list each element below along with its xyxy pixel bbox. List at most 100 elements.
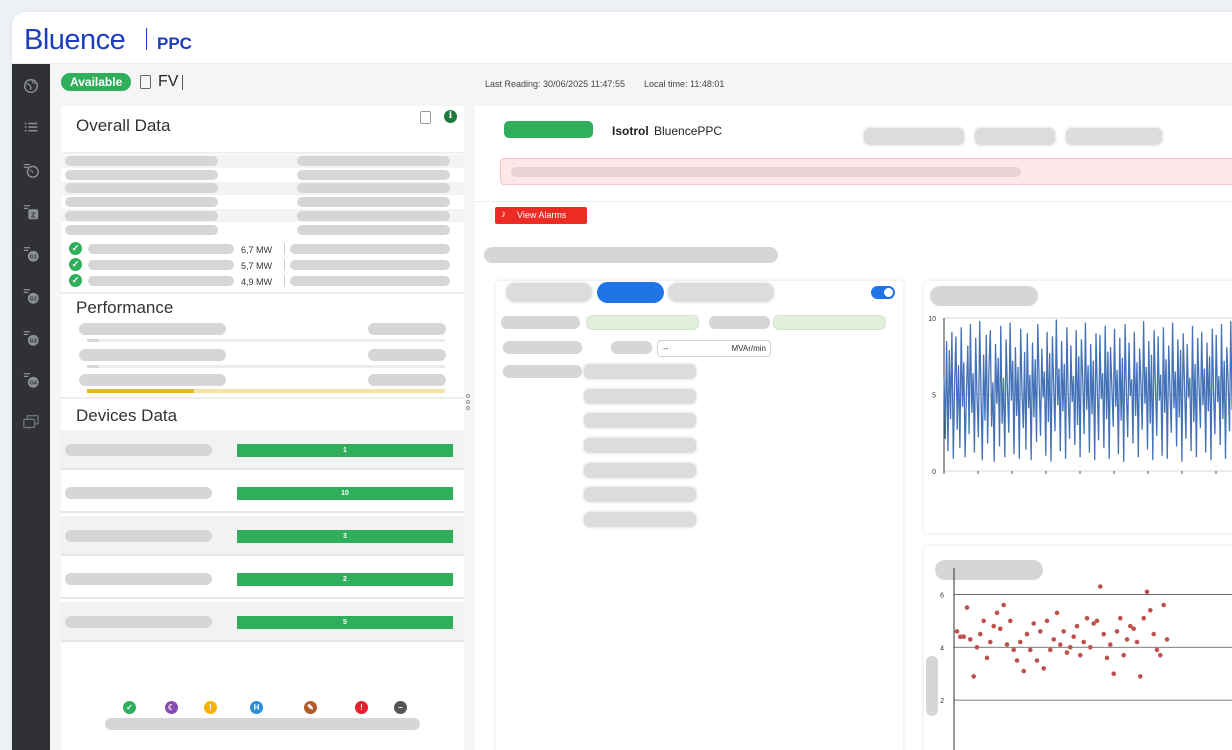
top-bar: Bluence PPC	[12, 12, 1232, 64]
data-point	[984, 655, 990, 661]
monitors-icon[interactable]	[21, 412, 41, 432]
data-point	[994, 610, 1000, 616]
data-point	[1078, 652, 1083, 658]
placeholder-button[interactable]	[974, 127, 1056, 146]
progress-fill	[87, 339, 99, 342]
placeholder-label	[503, 365, 582, 378]
performance-title: Performance	[76, 298, 174, 317]
panel-resize-handle[interactable]	[466, 394, 470, 412]
placeholder-label	[65, 197, 218, 207]
placeholder-button[interactable]	[583, 462, 697, 479]
check-icon: ✓	[123, 701, 136, 714]
placeholder-label	[65, 156, 218, 166]
user-card-icon[interactable]	[420, 111, 431, 124]
data-point	[1048, 647, 1053, 653]
placeholder-value	[297, 156, 450, 166]
placeholder-button[interactable]	[863, 127, 965, 146]
setpoint-field[interactable]	[773, 315, 886, 330]
placeholder-label	[501, 316, 580, 329]
placeholder-label	[79, 349, 226, 361]
info-icon[interactable]: i	[444, 110, 457, 123]
check-icon: ✓	[69, 242, 82, 255]
data-point	[964, 605, 970, 610]
moon-icon: ☾	[165, 701, 178, 714]
data-point	[1084, 615, 1090, 621]
check-icon: ✓	[69, 274, 82, 287]
device-row[interactable]: 2	[61, 559, 464, 599]
divider	[284, 275, 285, 287]
list-g3-icon[interactable]: G3	[21, 328, 41, 348]
data-point	[968, 637, 973, 642]
placeholder-label	[79, 374, 226, 386]
device-row[interactable]: 1	[61, 430, 464, 470]
data-point	[1164, 637, 1170, 642]
toggle-switch[interactable]	[871, 286, 895, 299]
placeholder-value	[297, 197, 450, 207]
power-value: 4,9 MW	[241, 277, 273, 287]
list-g2-icon[interactable]: G2	[21, 286, 41, 306]
data-point	[988, 639, 993, 645]
divider	[61, 152, 464, 154]
view-alarms-label: View Alarms	[517, 210, 567, 220]
ramp-unit: MVAr/min	[731, 344, 766, 353]
tab[interactable]	[667, 282, 775, 303]
view-alarms-button[interactable]: ♪ View Alarms	[495, 207, 587, 224]
placeholder-value	[290, 276, 450, 286]
globe-list-icon[interactable]	[21, 160, 41, 180]
data-point	[998, 626, 1003, 632]
list-z-icon[interactable]: Z	[21, 202, 41, 222]
placeholder-button[interactable]	[583, 412, 697, 429]
sidebar: Z G1 G2 G3 G4	[12, 64, 50, 750]
globe-icon[interactable]	[21, 76, 41, 96]
data-point	[1138, 674, 1143, 679]
placeholder-button[interactable]	[583, 388, 697, 405]
data-point	[1144, 589, 1150, 595]
product-name: BluencePPC	[654, 124, 723, 138]
data-point	[1108, 642, 1113, 647]
data-point	[1051, 637, 1056, 642]
status-pill	[504, 121, 593, 138]
device-row[interactable]: 5	[61, 602, 464, 642]
placeholder-label	[65, 530, 212, 542]
scatter-chart-card: 0246	[924, 546, 1232, 750]
svg-text:G2: G2	[30, 297, 37, 303]
svg-text:G1: G1	[30, 255, 37, 261]
ramp-input[interactable]: -- MVAr/min	[657, 340, 771, 357]
svg-text:Z: Z	[31, 210, 36, 219]
tab[interactable]	[505, 282, 593, 303]
placeholder-label	[65, 487, 212, 499]
list-g4-icon[interactable]: G4	[21, 370, 41, 390]
device-row[interactable]: 10	[61, 473, 464, 513]
placeholder-value	[297, 183, 450, 193]
power-value: 6,7 MW	[241, 245, 273, 255]
list-icon[interactable]	[21, 118, 41, 138]
y-tick-label: 4	[940, 645, 944, 652]
placeholder-heading	[484, 247, 778, 263]
data-point	[1081, 639, 1086, 645]
divider	[61, 397, 464, 399]
placeholder-button[interactable]	[583, 486, 697, 503]
clipboard-icon[interactable]	[140, 75, 151, 89]
ramp-value: --	[663, 344, 669, 353]
data-point	[1098, 584, 1103, 589]
placeholder-button[interactable]	[583, 363, 697, 380]
overall-data-title: Overall Data	[76, 116, 171, 135]
data-point	[1121, 652, 1126, 658]
data-point	[1014, 658, 1020, 663]
plant-name[interactable]: FV	[158, 73, 178, 91]
availability-badge: Available	[61, 73, 132, 91]
data-point	[978, 631, 983, 637]
placeholder-value	[368, 374, 446, 386]
setpoint-field[interactable]	[586, 315, 699, 330]
list-g1-icon[interactable]: G1	[21, 244, 41, 264]
performance-progress-fill	[87, 389, 195, 393]
placeholder-button[interactable]	[1065, 127, 1163, 146]
placeholder-button[interactable]	[583, 437, 697, 454]
tab-active[interactable]	[597, 282, 664, 303]
device-count-bar: 2	[237, 573, 453, 586]
device-row[interactable]: 3	[61, 516, 464, 556]
logo[interactable]: Bluence	[24, 24, 126, 57]
placeholder-button[interactable]	[583, 511, 697, 528]
device-count-bar: 1	[237, 444, 453, 457]
placeholder-label	[65, 225, 218, 235]
